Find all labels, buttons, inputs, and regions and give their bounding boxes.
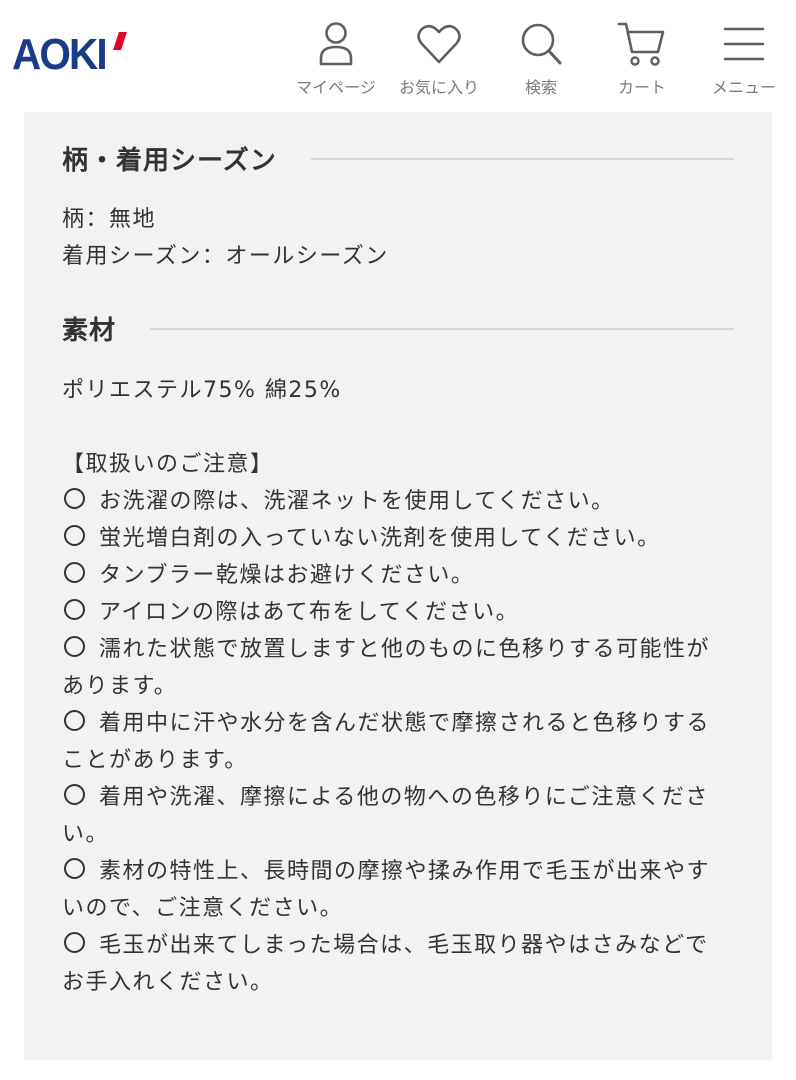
menu-icon (723, 27, 765, 61)
care-item-text: 濡れた状態で放置しますと他のものに色移りする可能性があります。 (62, 637, 711, 699)
pattern-section-header: 柄・着用シーズン (62, 140, 734, 177)
circle-bullet-icon (64, 932, 85, 953)
nav-label-cart: カート (617, 78, 666, 97)
care-item: 素材の特性上、長時間の摩擦や揉み作用で毛玉が出来やすいので、ご注意ください。 (62, 853, 722, 927)
material-section-header: 素材 (62, 310, 734, 347)
section-divider (310, 157, 734, 160)
pattern-value: 柄：無地 (62, 207, 157, 232)
care-item-text: 着用中に汗や水分を含んだ状態で摩擦されると色移りすることがあります。 (62, 711, 711, 773)
care-item: 着用や洗濯、摩擦による他の物への色移りにご注意ください。 (62, 779, 722, 853)
material-composition: ポリエステル75% 綿25% (62, 378, 342, 403)
circle-bullet-icon (64, 525, 85, 546)
circle-bullet-icon (64, 636, 85, 657)
nav-label-search: 検索 (524, 78, 557, 97)
circle-bullet-icon (64, 488, 85, 509)
pattern-section-title: 柄・着用シーズン (62, 146, 277, 176)
nav-label-menu: メニュー (711, 78, 776, 97)
section-divider (150, 327, 734, 330)
circle-bullet-icon (64, 710, 85, 731)
care-heading: 【取扱いのご注意】 (62, 452, 274, 477)
care-item: 濡れた状態で放置しますと他のものに色移りする可能性があります。 (62, 631, 722, 705)
circle-bullet-icon (64, 599, 85, 620)
circle-bullet-icon (64, 858, 85, 879)
care-item-text: 蛍光増白剤の入っていない洗剤を使用してください。 (99, 526, 661, 551)
heart-icon (417, 24, 461, 64)
care-item: 毛玉が出来てしまった場合は、毛玉取り器やはさみなどでお手入れください。 (62, 927, 722, 1001)
product-detail-panel: 柄・着用シーズン 柄：無地 着用シーズン：オールシーズン 素材 ポリエステル75… (24, 112, 772, 1060)
circle-bullet-icon (64, 562, 85, 583)
person-icon (319, 22, 353, 66)
search-icon (521, 23, 562, 65)
care-item: 着用中に汗や水分を含んだ状態で摩擦されると色移りすることがあります。 (62, 705, 722, 779)
care-item-text: アイロンの際はあて布をしてください。 (99, 600, 520, 625)
care-item: 蛍光増白剤の入っていない洗剤を使用してください。 (62, 520, 722, 557)
care-instructions: 【取扱いのご注意】 お洗濯の際は、洗濯ネットを使用してください。 蛍光増白剤の入… (62, 446, 742, 1001)
care-item: アイロンの際はあて布をしてください。 (62, 594, 722, 631)
header-nav: マイページ お気に入り 検索 カート メニュー (0, 20, 796, 110)
care-item-text: 着用や洗濯、摩擦による他の物への色移りにご注意ください。 (62, 785, 709, 847)
care-item-text: タンブラー乾燥はお避けください。 (99, 563, 475, 588)
nav-search[interactable]: 検索 (493, 20, 589, 98)
nav-label-mypage: マイページ (296, 78, 376, 97)
nav-cart[interactable]: カート (594, 20, 690, 98)
care-item: お洗濯の際は、洗濯ネットを使用してください。 (62, 483, 722, 520)
material-section-title: 素材 (62, 316, 117, 346)
cart-icon (617, 22, 665, 66)
season-value: 着用シーズン：オールシーズン (62, 244, 389, 269)
care-item-text: 毛玉が出来てしまった場合は、毛玉取り器やはさみなどでお手入れください。 (62, 933, 709, 995)
nav-favorites[interactable]: お気に入り (391, 20, 487, 98)
circle-bullet-icon (64, 784, 85, 805)
care-item-text: 素材の特性上、長時間の摩擦や揉み作用で毛玉が出来やすいので、ご注意ください。 (62, 859, 711, 921)
care-item-text: お洗濯の際は、洗濯ネットを使用してください。 (99, 489, 615, 514)
nav-menu[interactable]: メニュー (696, 20, 792, 98)
nav-label-favorites: お気に入り (398, 78, 479, 97)
care-item: タンブラー乾燥はお避けください。 (62, 557, 722, 594)
site-header: AOKI マイページ お気に入り 検索 カート メニュー (0, 0, 796, 112)
nav-mypage[interactable]: マイページ (288, 20, 384, 98)
